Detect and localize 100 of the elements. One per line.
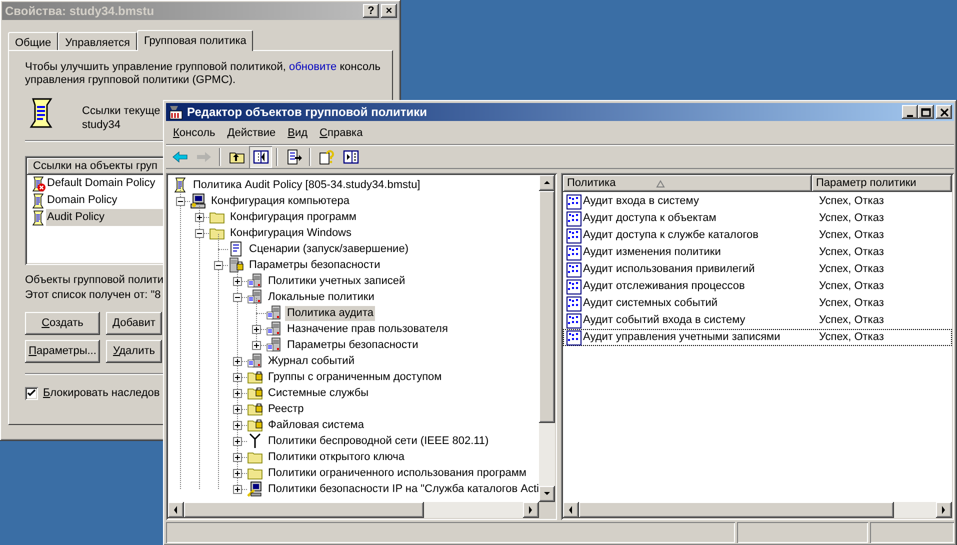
tree-toggle[interactable]	[233, 484, 242, 494]
tree-toggle[interactable]	[252, 324, 261, 334]
tree-toggle[interactable]	[233, 452, 242, 462]
forward-arrow-icon	[196, 149, 212, 165]
tab[interactable]: Управляется	[58, 32, 137, 50]
server-icon	[247, 353, 263, 369]
tree-toggle[interactable]	[233, 292, 242, 302]
tree-item[interactable]: Сценарии (запуск/завершение)	[247, 242, 410, 256]
policy-row[interactable]: Аудит входа в систему Успех, Отказ	[563, 193, 952, 210]
tree-toggle[interactable]	[195, 228, 204, 238]
menu-item[interactable]: Справка	[314, 125, 369, 142]
tree-item[interactable]: Конфигурация компьютера	[209, 194, 352, 208]
close-button[interactable]: ×	[381, 4, 397, 18]
tree-item[interactable]: Политики ограниченного использования программ	[266, 466, 528, 480]
plus-icon	[254, 326, 259, 332]
scroll-thumb[interactable]	[579, 502, 894, 518]
tree-item[interactable]: Системные службы	[266, 386, 371, 400]
dialog-button[interactable]: Параметры...	[25, 340, 100, 363]
policy-row[interactable]: Аудит использования привилегий Успех, Отказ	[563, 261, 952, 278]
locked-folder-icon	[247, 385, 263, 401]
horizontal-scrollbar[interactable]	[168, 502, 539, 518]
dialog-button[interactable]: Добавит	[106, 312, 162, 335]
scroll-thumb[interactable]	[184, 502, 424, 518]
toolbar-button[interactable]	[249, 146, 272, 168]
setting-icon	[566, 194, 582, 210]
scroll-down-button[interactable]	[539, 486, 555, 502]
minus-icon	[235, 294, 240, 300]
scroll-up-button[interactable]	[539, 175, 555, 191]
server-icon	[266, 321, 282, 337]
policy-name: Аудит отслеживания процессов	[582, 279, 746, 294]
list-item[interactable]: Default Domain Policy	[46, 175, 165, 192]
policy-row[interactable]: Аудит изменения политики Успех, Отказ	[563, 244, 952, 261]
list-item[interactable]: Domain Policy	[46, 192, 165, 209]
maximize-button[interactable]	[918, 105, 934, 119]
locked-folder-icon	[247, 401, 263, 417]
tree-toggle[interactable]	[233, 468, 242, 478]
policy-row[interactable]: Аудит событий входа в систему Успех, Отказ	[563, 312, 952, 329]
tree-item[interactable]: Журнал событий	[266, 354, 356, 368]
tree-item[interactable]: Политика Audit Policy [805-34.study34.bmstu]	[191, 178, 422, 192]
column-header[interactable]: Политика	[563, 175, 812, 192]
menu-item[interactable]: Действие	[221, 125, 282, 142]
tree-item[interactable]: Конфигурация Windows	[228, 226, 354, 240]
dialog-button[interactable]: Удалить	[106, 340, 162, 363]
tree-item[interactable]: Реестр	[266, 402, 306, 416]
policy-row[interactable]: Аудит отслеживания процессов Успех, Отказ	[563, 278, 952, 295]
policy-row[interactable]: Аудит доступа к объектам Успех, Отказ	[563, 210, 952, 227]
scroll-right-button[interactable]	[936, 502, 952, 518]
scroll-left-button[interactable]	[563, 502, 579, 518]
tree-toggle[interactable]	[252, 340, 261, 350]
menu-item[interactable]: Вид	[282, 125, 314, 142]
tree-item[interactable]: Локальные политики	[266, 290, 376, 304]
tree-item[interactable]: Параметры безопасности	[247, 258, 382, 272]
dialog-button[interactable]: Создать	[25, 312, 100, 335]
update-link[interactable]: обновите	[289, 61, 337, 73]
tree-toggle[interactable]	[233, 372, 242, 382]
horizontal-scrollbar[interactable]	[563, 502, 952, 518]
tree-toggle[interactable]	[233, 420, 242, 430]
checkbox-label[interactable]: Блокировать наследов	[43, 385, 160, 402]
tree-item[interactable]: Политики безопасности IP на "Служба каталогов Acti	[266, 482, 539, 496]
tree-toggle[interactable]	[233, 436, 242, 446]
list-item[interactable]: Audit Policy	[46, 209, 165, 226]
monitor-key-icon	[247, 481, 263, 497]
policy-row[interactable]: Аудит доступа к службе каталогов Успех, Отказ	[563, 227, 952, 244]
tree-toggle[interactable]	[233, 276, 242, 286]
help-icon	[318, 149, 334, 165]
tree-toggle[interactable]	[233, 388, 242, 398]
tree-item[interactable]: Политика аудита	[285, 306, 376, 320]
scroll-right-button[interactable]	[523, 502, 539, 518]
tree-toggle[interactable]	[233, 356, 242, 366]
checkbox[interactable]	[25, 386, 38, 400]
close-button[interactable]	[936, 105, 952, 119]
policy-row[interactable]: Аудит управления учетными записями Успех, Отказ	[563, 329, 952, 346]
plus-icon	[235, 374, 240, 380]
tree-item[interactable]: Параметры безопасности	[285, 338, 420, 352]
policy-setting: Успех, Отказ	[819, 194, 884, 210]
column-header[interactable]: Параметр политики	[812, 175, 952, 192]
tree-item[interactable]: Политики открытого ключа	[266, 450, 406, 464]
tree-toggle[interactable]	[214, 260, 223, 270]
policy-row[interactable]: Аудит системных событий Успех, Отказ	[563, 295, 952, 312]
policy-setting: Успех, Отказ	[819, 262, 884, 278]
menu-item[interactable]: Консоль	[167, 125, 222, 142]
tree-item[interactable]: Политики беспроводной сети (IEEE 802.11)	[266, 434, 491, 448]
tree-item[interactable]: Политики учетных записей	[266, 274, 408, 288]
help-button[interactable]: ?	[363, 4, 379, 18]
scroll-left-button[interactable]	[168, 502, 184, 518]
tree-item[interactable]: Назначение прав пользователя	[285, 322, 450, 336]
scroll-thumb[interactable]	[539, 191, 555, 423]
close-icon	[940, 108, 948, 116]
plus-icon	[235, 390, 240, 396]
tree-item[interactable]: Группы с ограниченным доступом	[266, 370, 444, 384]
tree-toggle[interactable]	[176, 196, 185, 206]
tree-toggle[interactable]	[233, 404, 242, 414]
minimize-button[interactable]	[902, 105, 918, 119]
tree-toggle[interactable]	[195, 212, 204, 222]
tree-item[interactable]: Конфигурация программ	[228, 210, 358, 224]
tree-item[interactable]: Файловая система	[266, 418, 366, 432]
vertical-scrollbar[interactable]	[539, 175, 555, 502]
tab[interactable]: Общие	[8, 32, 58, 50]
setting-icon	[566, 278, 582, 294]
tab[interactable]: Групповая политика	[136, 30, 254, 51]
